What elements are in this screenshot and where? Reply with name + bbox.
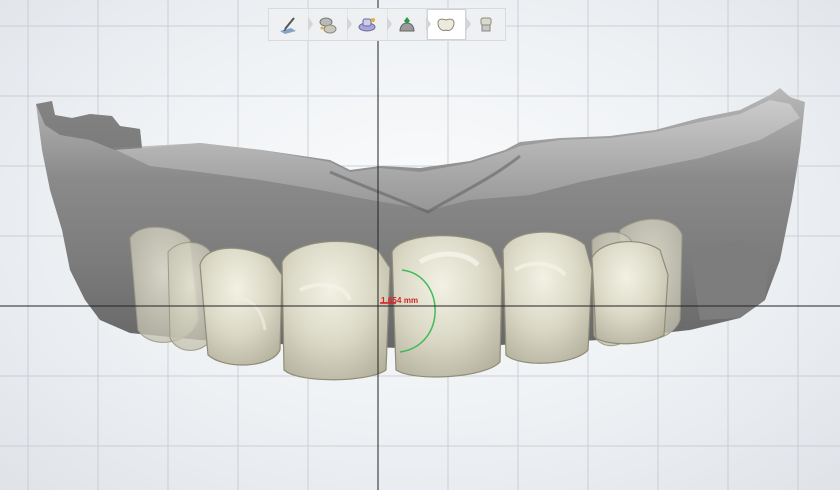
- anatomy-icon: [399, 16, 415, 31]
- tooth-canine-left: [591, 240, 669, 345]
- tool-margin[interactable]: [309, 9, 352, 40]
- tool-pencil[interactable]: [269, 9, 313, 40]
- pencil-design-icon: [280, 16, 297, 34]
- 3d-viewport[interactable]: [0, 0, 840, 490]
- design-step-toolbar: [268, 8, 506, 41]
- crown-tooth-icon: [437, 18, 455, 31]
- tooth-canine-right: [199, 247, 283, 366]
- insertion-axis-icon: [358, 17, 376, 31]
- tooth-lateral-right: [281, 240, 391, 381]
- margin-tool-icon: [319, 17, 337, 33]
- tool-abutment[interactable]: [467, 9, 506, 40]
- tool-anatomy[interactable]: [388, 9, 431, 40]
- tooth-lateral-left: [502, 231, 593, 364]
- tool-insertion-axis[interactable]: [348, 9, 392, 40]
- measurement-label: 1.654 mm: [381, 296, 419, 305]
- tool-crown[interactable]: [427, 9, 471, 40]
- abutment-icon: [480, 17, 492, 31]
